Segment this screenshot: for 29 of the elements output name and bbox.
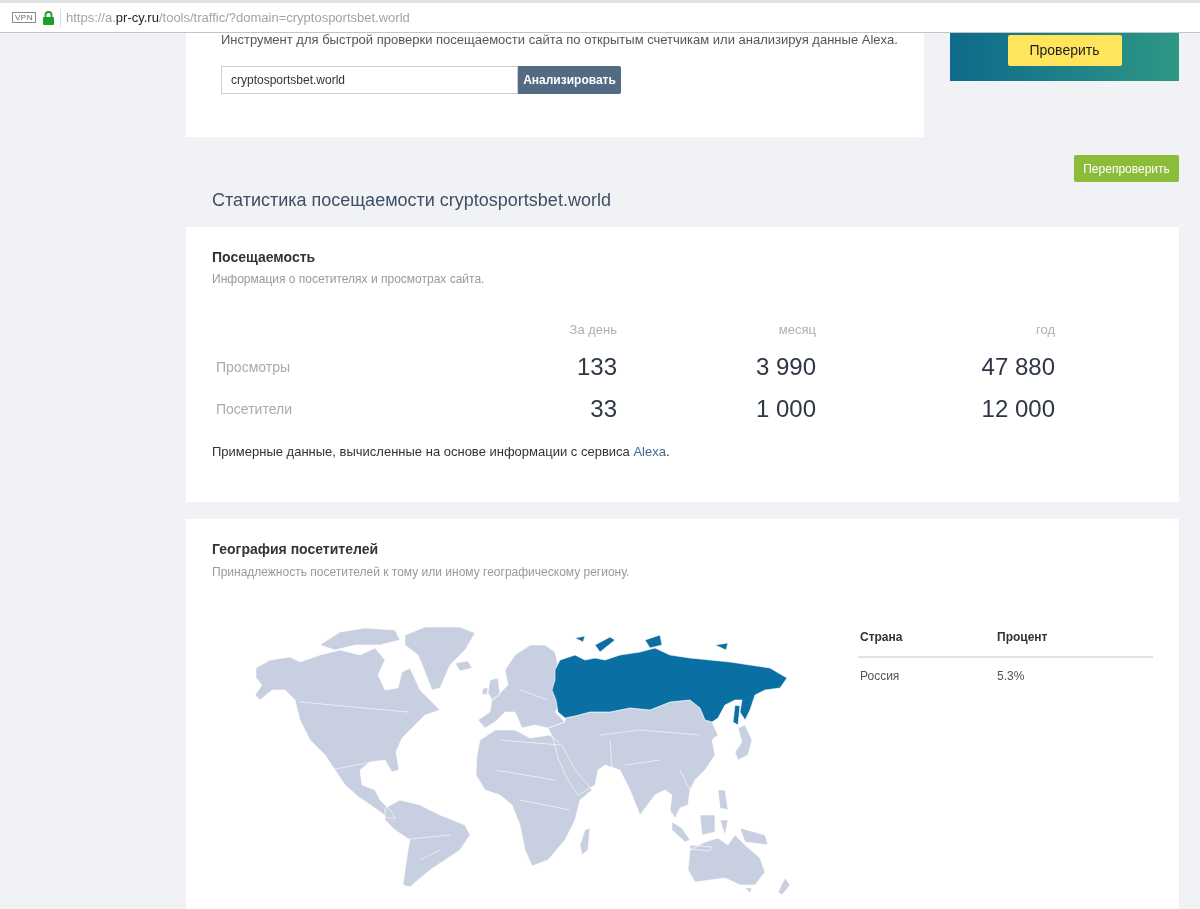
lock-icon: [42, 10, 54, 25]
stat-value: 33: [590, 394, 617, 424]
page-title: Статистика посещаемости cryptosportsbet.world: [212, 189, 612, 212]
column-header: За день: [569, 322, 617, 338]
column-header: год: [1036, 322, 1055, 338]
table-header: Процент: [997, 630, 1048, 644]
stat-value: 12 000: [981, 394, 1055, 424]
alexa-link[interactable]: Alexa: [633, 444, 666, 459]
table-cell: 5.3%: [997, 669, 1025, 683]
source-note: Примерные данные, вычисленные на основе информации с сервиса Alexa.: [212, 444, 671, 460]
section-subtitle: Принадлежность посетителей к тому или иному географическому региону.: [212, 564, 631, 580]
domain-input[interactable]: cryptosportsbet.world: [221, 66, 518, 94]
analyze-button[interactable]: Анализировать: [518, 66, 621, 94]
section-subtitle: Информация о посетителях и просмотрах сайта.: [212, 271, 486, 287]
table-header: Страна: [860, 630, 903, 644]
tool-description: Инструмент для быстрой проверки посещаемости сайта по открытым счетчикам или анализируя данные Alexa.: [221, 33, 899, 47]
section-title: Посещаемость: [212, 248, 317, 266]
table-cell: Россия: [860, 669, 900, 683]
stat-value: 1 000: [755, 394, 816, 424]
check-button[interactable]: Проверить: [1007, 35, 1122, 66]
row-label: Просмотры: [216, 359, 290, 375]
vpn-badge: VPN: [12, 12, 36, 23]
address-field[interactable]: https://a.pr-cy.ru/tools/traffic/?domain=cryptosportsbet.world: [65, 9, 410, 26]
section-title: География посетителей: [212, 540, 380, 558]
stat-value: 3 990: [755, 352, 816, 382]
stat-value: 133: [576, 352, 617, 382]
row-label: Посетители: [216, 401, 292, 417]
stat-value: 47 880: [981, 352, 1055, 382]
column-header: месяц: [778, 322, 816, 338]
